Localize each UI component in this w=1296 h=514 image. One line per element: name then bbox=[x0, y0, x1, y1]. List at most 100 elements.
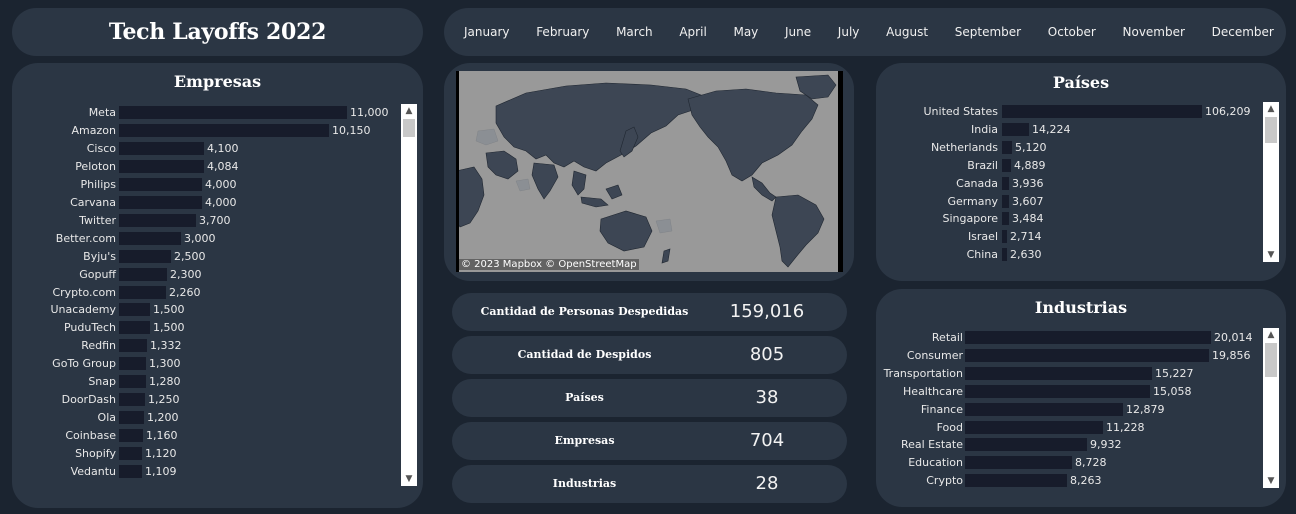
industrias-row[interactable]: Real Estate 9,932 bbox=[876, 436, 1262, 454]
scroll-thumb[interactable] bbox=[1265, 117, 1277, 143]
empresas-row[interactable]: Coinbase 1,160 bbox=[12, 427, 400, 445]
empresas-bar[interactable] bbox=[119, 123, 329, 137]
month-may[interactable]: May bbox=[733, 25, 758, 39]
empresas-row[interactable]: Unacademy 1,500 bbox=[12, 301, 400, 319]
empresas-row[interactable]: Snap 1,280 bbox=[12, 373, 400, 391]
empresas-bar[interactable] bbox=[119, 393, 145, 407]
month-august[interactable]: August bbox=[886, 25, 928, 39]
empresas-bar[interactable] bbox=[119, 213, 196, 227]
scroll-up-icon[interactable]: ▲ bbox=[1263, 328, 1279, 342]
month-november[interactable]: November bbox=[1123, 25, 1185, 39]
empresas-row[interactable]: Meta 11,000 bbox=[12, 104, 400, 122]
industrias-bar[interactable] bbox=[965, 348, 1209, 362]
empresas-bar[interactable] bbox=[119, 465, 142, 478]
industrias-row[interactable]: Retail 20,014 bbox=[876, 329, 1262, 347]
empresas-row[interactable]: Carvana 4,000 bbox=[12, 194, 400, 212]
industrias-bar[interactable] bbox=[965, 456, 1072, 470]
month-june[interactable]: June bbox=[785, 25, 811, 39]
industrias-scrollbar[interactable]: ▲ ▼ bbox=[1263, 328, 1279, 488]
industrias-bar[interactable] bbox=[965, 366, 1152, 380]
paises-bar[interactable] bbox=[1002, 194, 1009, 208]
empresas-bar[interactable] bbox=[119, 447, 142, 461]
industrias-bar[interactable] bbox=[965, 331, 1211, 344]
empresas-row[interactable]: Ola 1,200 bbox=[12, 409, 400, 427]
industrias-row[interactable]: Healthcare 15,058 bbox=[876, 383, 1262, 401]
scroll-down-icon[interactable]: ▼ bbox=[1263, 248, 1279, 262]
empresas-row[interactable]: Twitter 3,700 bbox=[12, 212, 400, 230]
empresas-row[interactable]: Redfin 1,332 bbox=[12, 337, 400, 355]
industrias-bar[interactable] bbox=[965, 438, 1087, 452]
paises-bar[interactable] bbox=[1002, 158, 1011, 172]
empresas-bar[interactable] bbox=[119, 429, 143, 443]
paises-scrollbar[interactable]: ▲ ▼ bbox=[1263, 102, 1279, 262]
empresas-bar[interactable] bbox=[119, 267, 167, 281]
empresas-bar[interactable] bbox=[119, 231, 181, 245]
empresas-bar[interactable] bbox=[119, 375, 146, 389]
empresas-row[interactable]: Vedantu 1,109 bbox=[12, 463, 400, 481]
empresas-row[interactable]: PuduTech 1,500 bbox=[12, 319, 400, 337]
empresas-bar[interactable] bbox=[119, 339, 147, 353]
empresas-bar[interactable] bbox=[119, 411, 144, 425]
paises-bar[interactable] bbox=[1002, 140, 1012, 154]
empresas-bar[interactable] bbox=[119, 159, 204, 173]
empresas-bar[interactable] bbox=[119, 249, 171, 263]
month-july[interactable]: July bbox=[838, 25, 860, 39]
paises-bar[interactable] bbox=[1002, 122, 1029, 136]
empresas-bar[interactable] bbox=[119, 177, 202, 191]
empresas-row[interactable]: Amazon 10,150 bbox=[12, 122, 400, 140]
month-december[interactable]: December bbox=[1212, 25, 1274, 39]
month-january[interactable]: January bbox=[464, 25, 510, 39]
paises-row[interactable]: United States 106,209 bbox=[876, 103, 1262, 121]
paises-row[interactable]: Israel 2,714 bbox=[876, 228, 1262, 246]
paises-bar[interactable] bbox=[1002, 230, 1007, 244]
empresas-row[interactable]: Cisco 4,100 bbox=[12, 140, 400, 158]
paises-bar[interactable] bbox=[1002, 248, 1007, 262]
scroll-down-icon[interactable]: ▼ bbox=[1263, 474, 1279, 488]
empresas-row[interactable]: Better.com 3,000 bbox=[12, 230, 400, 248]
month-september[interactable]: September bbox=[955, 25, 1021, 39]
industrias-bar[interactable] bbox=[965, 420, 1103, 434]
empresas-bar[interactable] bbox=[119, 195, 202, 209]
scroll-thumb[interactable] bbox=[403, 119, 415, 137]
empresas-bar[interactable] bbox=[119, 357, 146, 371]
empresas-bar[interactable] bbox=[119, 141, 204, 155]
industrias-row[interactable]: Food 11,228 bbox=[876, 419, 1262, 437]
empresas-row[interactable]: Peloton 4,084 bbox=[12, 158, 400, 176]
industrias-row[interactable]: Transportation 15,227 bbox=[876, 365, 1262, 383]
industrias-row[interactable]: Education 8,728 bbox=[876, 454, 1262, 472]
month-february[interactable]: February bbox=[536, 25, 589, 39]
paises-row[interactable]: Brazil 4,889 bbox=[876, 157, 1262, 175]
empresas-row[interactable]: Crypto.com 2,260 bbox=[12, 284, 400, 302]
empresas-row[interactable]: Shopify 1,120 bbox=[12, 445, 400, 463]
scroll-thumb[interactable] bbox=[1265, 343, 1277, 377]
month-october[interactable]: October bbox=[1048, 25, 1096, 39]
paises-row[interactable]: Canada 3,936 bbox=[876, 175, 1262, 193]
paises-bar[interactable] bbox=[1002, 176, 1009, 190]
empresas-row[interactable]: Philips 4,000 bbox=[12, 176, 400, 194]
empresas-row[interactable]: Byju's 2,500 bbox=[12, 248, 400, 266]
empresas-bar[interactable] bbox=[119, 106, 347, 119]
empresas-scrollbar[interactable]: ▲ ▼ bbox=[401, 104, 417, 486]
industrias-bar[interactable] bbox=[965, 384, 1150, 398]
paises-bar[interactable] bbox=[1002, 105, 1202, 118]
paises-row[interactable]: Singapore 3,484 bbox=[876, 210, 1262, 228]
industrias-row[interactable]: Crypto 8,263 bbox=[876, 472, 1262, 490]
industrias-bar[interactable] bbox=[965, 402, 1123, 416]
map-attribution[interactable]: © 2023 Mapbox © OpenStreetMap bbox=[459, 259, 639, 270]
empresas-bar[interactable] bbox=[119, 321, 150, 335]
paises-row[interactable]: India 14,224 bbox=[876, 121, 1262, 139]
paises-row[interactable]: China 2,630 bbox=[876, 246, 1262, 264]
paises-bar[interactable] bbox=[1002, 212, 1009, 226]
industrias-row[interactable]: Finance 12,879 bbox=[876, 401, 1262, 419]
scroll-down-icon[interactable]: ▼ bbox=[401, 472, 417, 486]
scroll-up-icon[interactable]: ▲ bbox=[1263, 102, 1279, 116]
empresas-row[interactable]: GoTo Group 1,300 bbox=[12, 355, 400, 373]
world-map[interactable]: © 2023 Mapbox © OpenStreetMap bbox=[456, 71, 843, 272]
industrias-row[interactable]: Consumer 19,856 bbox=[876, 347, 1262, 365]
scroll-up-icon[interactable]: ▲ bbox=[401, 104, 417, 118]
paises-row[interactable]: Germany 3,607 bbox=[876, 193, 1262, 211]
month-april[interactable]: April bbox=[679, 25, 706, 39]
industrias-bar[interactable] bbox=[965, 474, 1067, 488]
empresas-row[interactable]: DoorDash 1,250 bbox=[12, 391, 400, 409]
empresas-bar[interactable] bbox=[119, 303, 150, 317]
